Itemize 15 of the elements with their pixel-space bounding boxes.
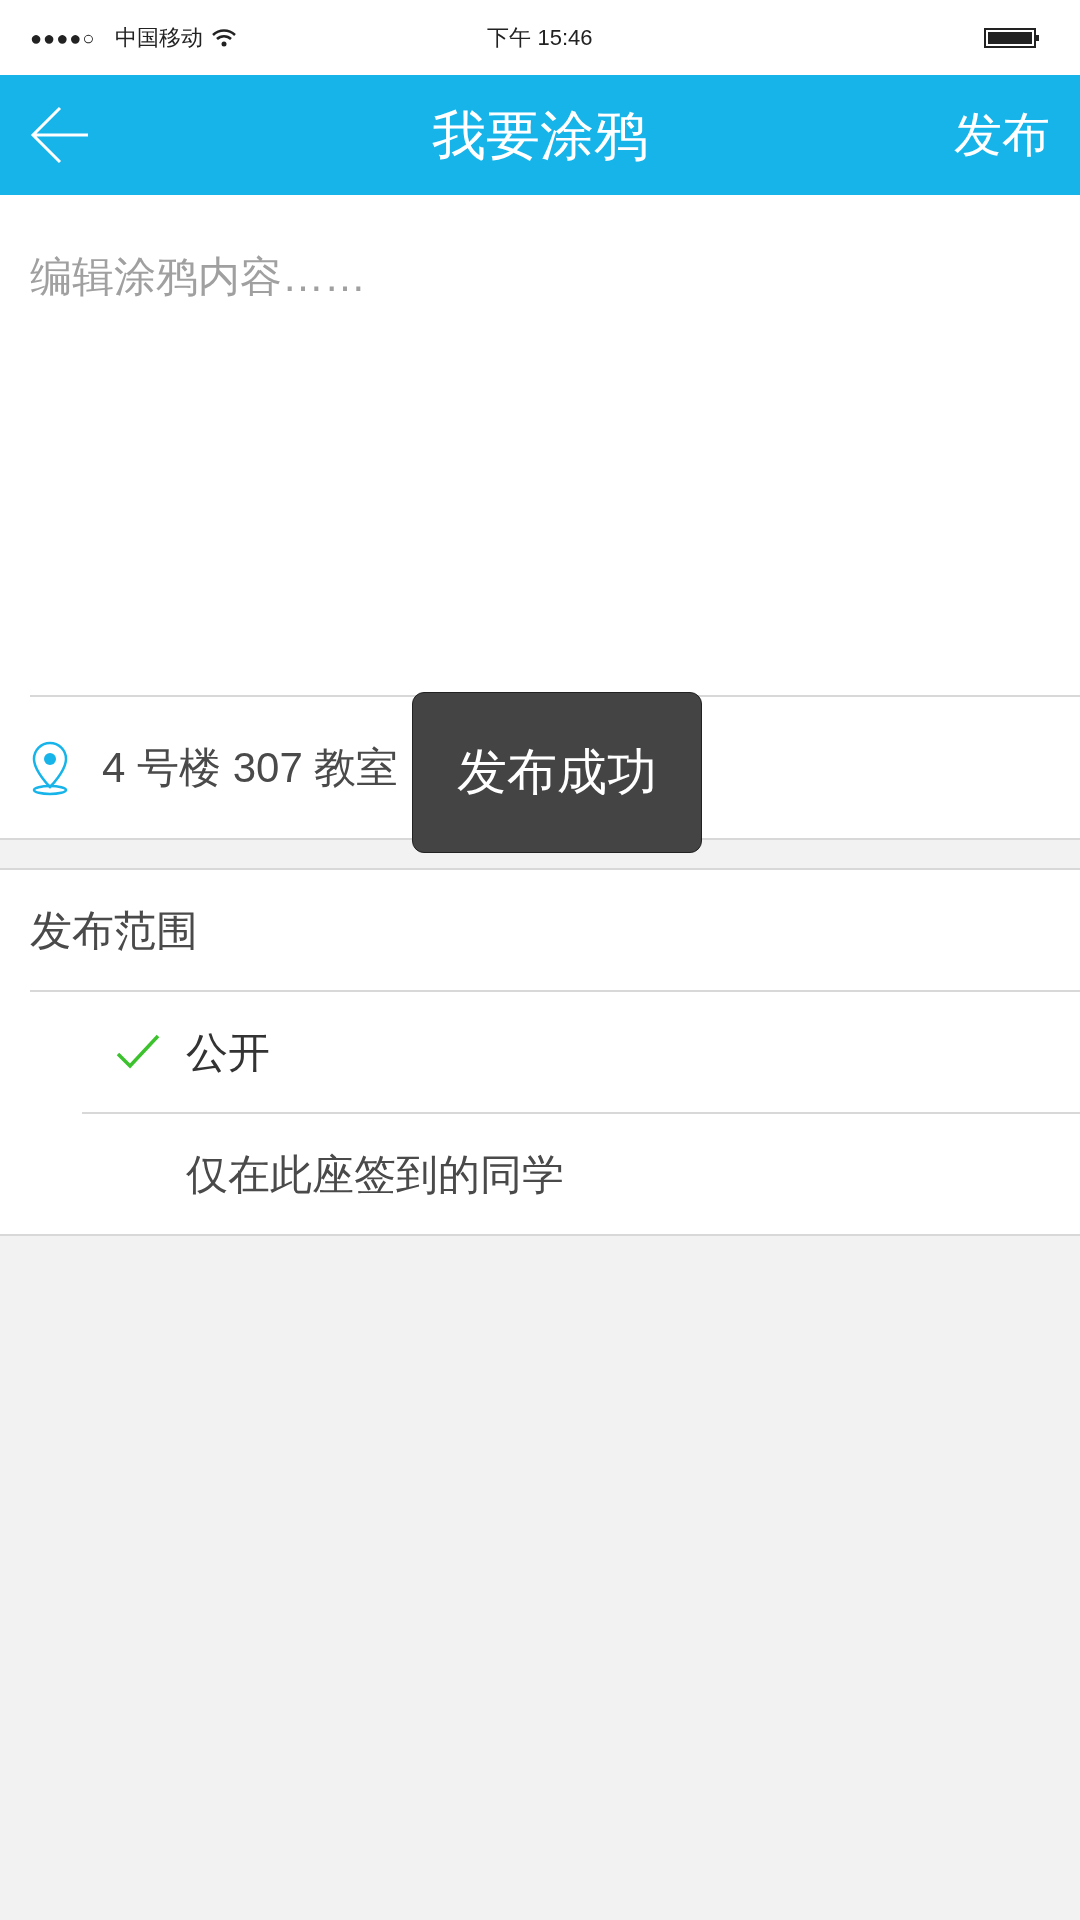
option-label: 公开 (186, 1027, 270, 1078)
clock: 下午 15:46 (487, 24, 593, 52)
signal-strength: ●●●●○ (30, 25, 96, 51)
page-title: 我要涂鸦 (432, 103, 648, 167)
toast-message: 发布成功 (412, 692, 702, 853)
back-icon[interactable] (30, 105, 90, 165)
option-label: 仅在此座签到的同学 (186, 1149, 564, 1200)
location-text: 4 号楼 307 教室 (102, 743, 399, 793)
carrier-name: 中国移动 (115, 24, 204, 52)
content-input-field[interactable]: 编辑涂鸦内容…… (0, 195, 1080, 695)
section-title: 发布范围 (30, 905, 198, 956)
wifi-icon (211, 27, 238, 48)
location-pin-icon (30, 739, 70, 796)
checkmark-icon (116, 1034, 160, 1070)
battery-icon (984, 27, 1040, 48)
